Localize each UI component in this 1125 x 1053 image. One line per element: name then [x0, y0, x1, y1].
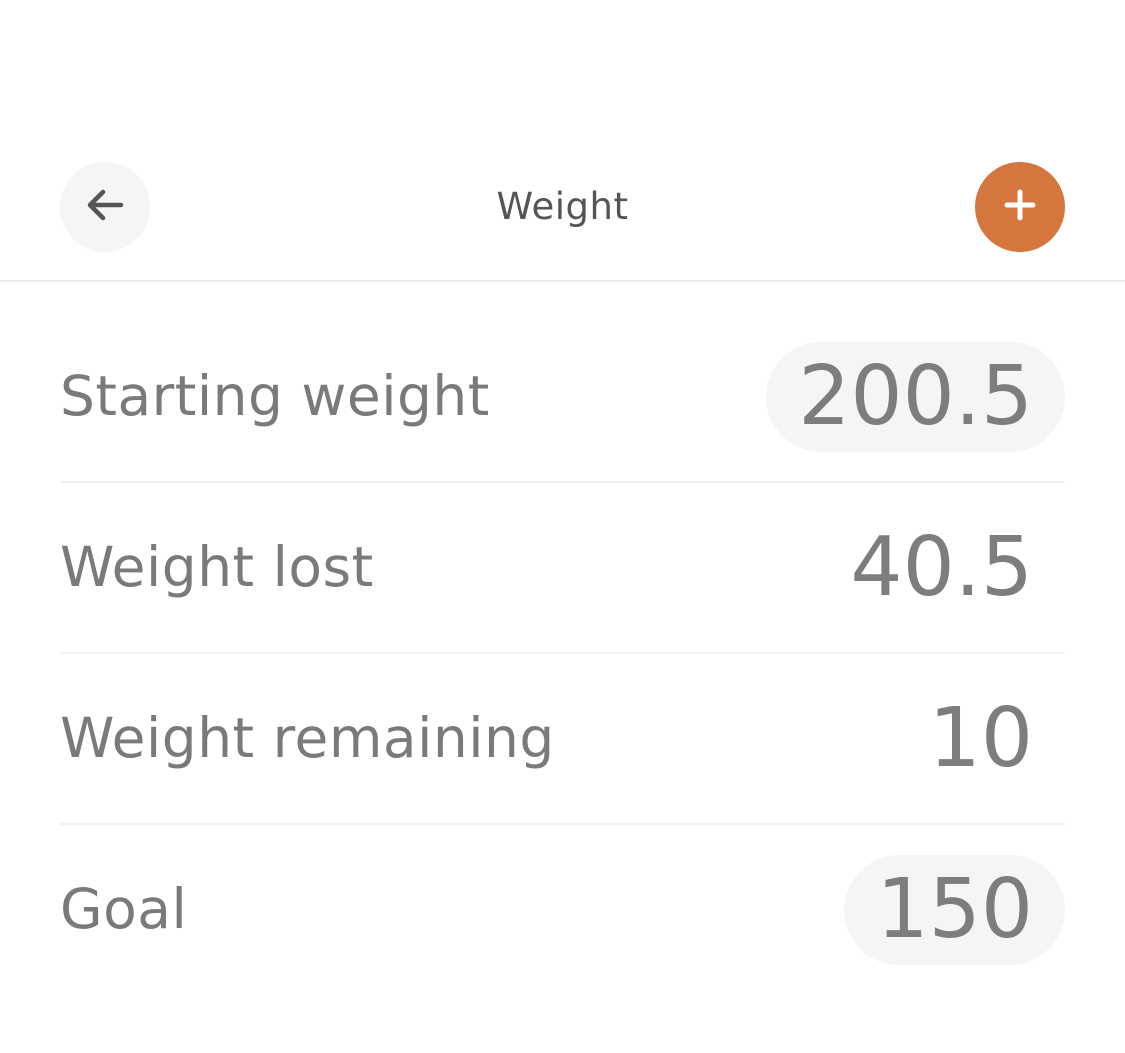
stat-row-weight-lost: Weight lost 40.5	[60, 483, 1065, 654]
top-bar: Weight	[0, 140, 1125, 282]
starting-weight-label: Starting weight	[60, 364, 490, 428]
goal-value[interactable]: 150	[844, 855, 1065, 965]
weight-stats-list: Starting weight 200.5 Weight lost 40.5 W…	[60, 312, 1065, 994]
starting-weight-value[interactable]: 200.5	[766, 342, 1065, 452]
weight-remaining-label: Weight remaining	[60, 706, 555, 770]
add-weight-button[interactable]	[975, 162, 1065, 252]
stat-row-goal: Goal 150	[60, 825, 1065, 994]
stat-row-starting-weight: Starting weight 200.5	[60, 312, 1065, 483]
weight-remaining-value: 10	[928, 691, 1033, 786]
weight-lost-label: Weight lost	[60, 535, 374, 599]
plus-icon	[1002, 187, 1038, 227]
weight-lost-value: 40.5	[850, 520, 1033, 615]
page-title: Weight	[496, 185, 629, 228]
stat-row-weight-remaining: Weight remaining 10	[60, 654, 1065, 825]
goal-label: Goal	[60, 877, 188, 941]
